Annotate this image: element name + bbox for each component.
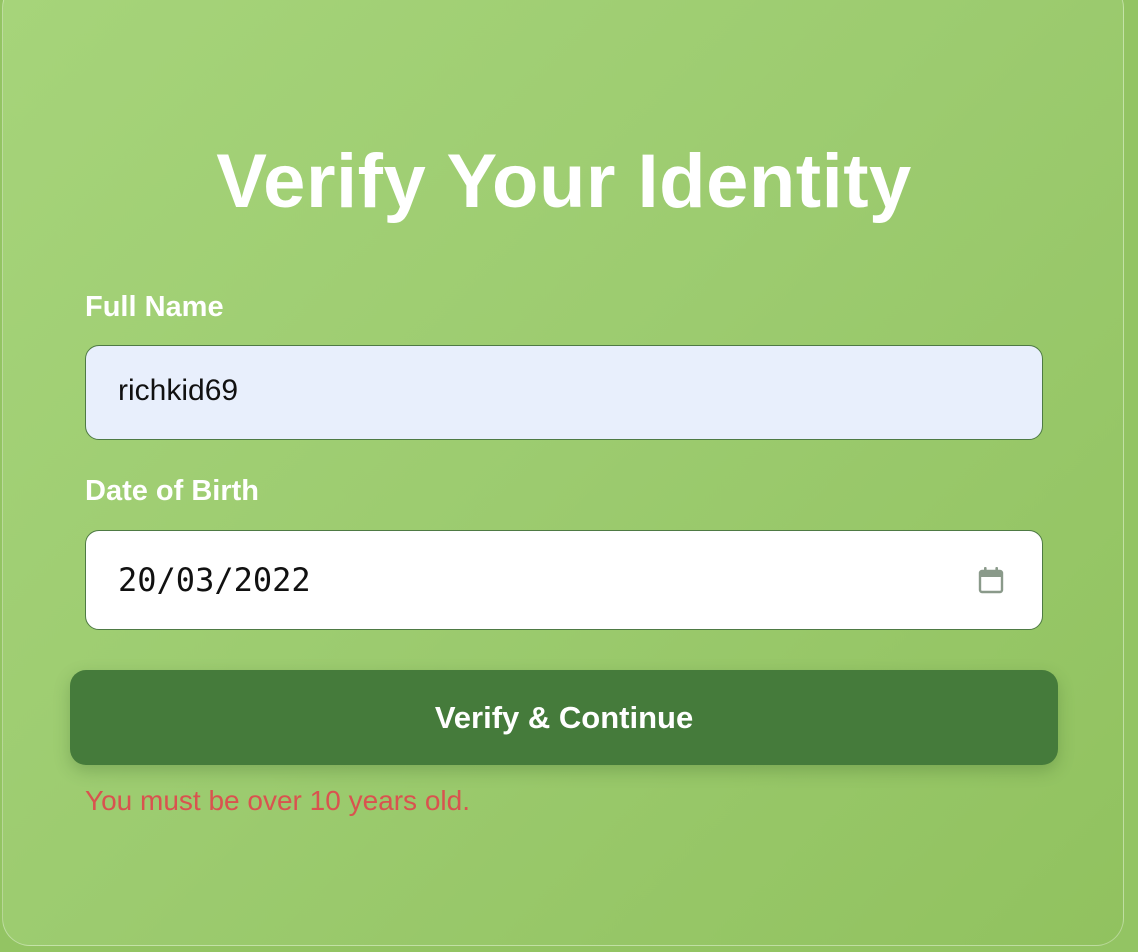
full-name-input[interactable]: richkid69: [85, 345, 1043, 440]
date-of-birth-value: 20/03/2022: [118, 561, 311, 599]
verify-continue-label: Verify & Continue: [434, 699, 694, 735]
verify-continue-button[interactable]: Verify & Continue: [70, 670, 1058, 765]
date-of-birth-label: Date of Birth: [85, 475, 259, 507]
calendar-icon[interactable]: [978, 566, 1004, 594]
full-name-label: Full Name: [85, 291, 224, 323]
full-name-value: richkid69: [118, 374, 239, 407]
page-title: Verify Your Identity: [216, 139, 912, 224]
error-message: You must be over 10 years old.: [85, 785, 470, 816]
date-of-birth-input[interactable]: 20/03/2022: [85, 530, 1043, 630]
